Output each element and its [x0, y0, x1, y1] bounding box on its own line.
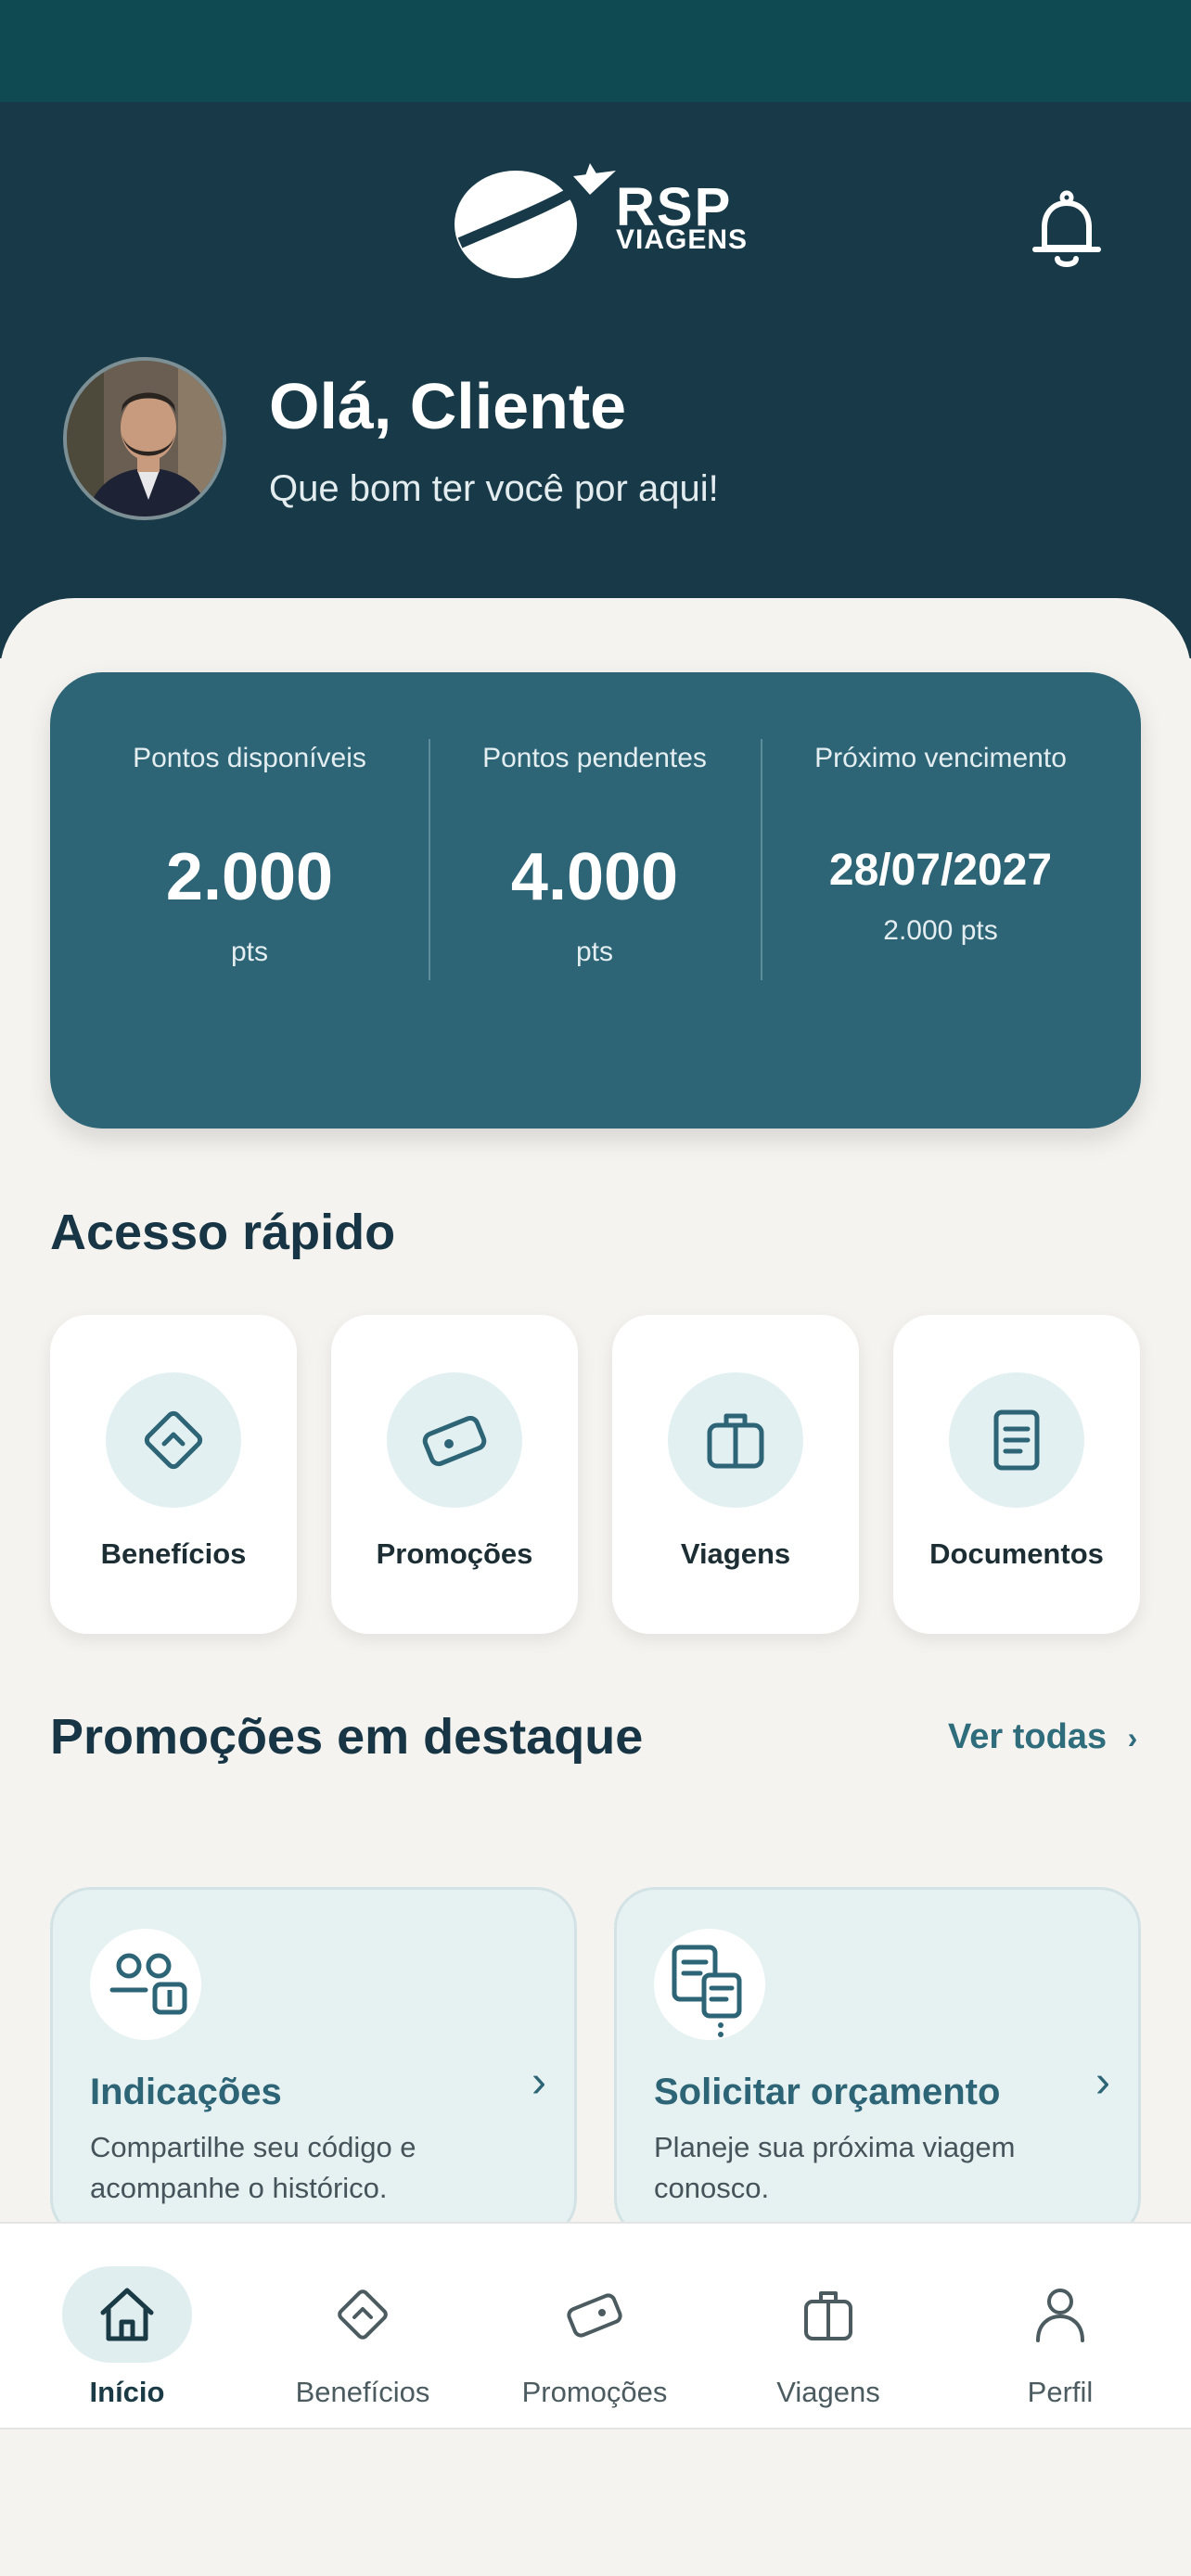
user-icon	[1036, 2289, 1084, 2342]
referral-icon	[109, 1953, 187, 2015]
quick-access-label: Viagens	[680, 1537, 791, 1570]
nav-label: Início	[89, 2376, 165, 2408]
promo-card-request-quote[interactable]: Solicitar orçamento › Planeje sua próxim…	[614, 1887, 1141, 2239]
points-expiry-date: 28/07/2027	[828, 846, 1053, 895]
quick-access-benefits[interactable]: Benefícios	[50, 1315, 297, 1634]
nav-label: Viagens	[776, 2376, 880, 2408]
nav-item-home[interactable]: Início	[11, 2224, 243, 2428]
quick-access-label: Benefícios	[100, 1537, 247, 1570]
points-pending-unit: pts	[575, 937, 614, 967]
nav-icon-wrap	[530, 2266, 660, 2363]
nav-icon-wrap	[62, 2266, 192, 2363]
promo-card-description: Planeje sua próxima viagem conosco.	[654, 2131, 1016, 2204]
points-available: Pontos disponíveis 2.000 pts	[87, 672, 412, 1129]
ticket-icon	[567, 2293, 622, 2338]
quick-access-icon-wrap	[949, 1372, 1084, 1508]
nav-icon-wrap	[298, 2266, 428, 2363]
quick-access-trips[interactable]: Viagens	[612, 1315, 859, 1634]
points-divider	[761, 739, 762, 980]
status-bar	[0, 0, 1191, 102]
nav-label: Promoções	[521, 2376, 668, 2408]
greeting-title: Olá, Cliente	[269, 370, 627, 442]
nav-item-profile[interactable]: Perfil	[944, 2224, 1176, 2428]
quick-access-label: Documentos	[929, 1537, 1104, 1570]
user-photo-avatar-icon	[67, 361, 223, 516]
suitcase-icon	[707, 1413, 764, 1469]
points-pending-label: Pontos pendentes	[482, 743, 707, 773]
suitcase-icon	[804, 2291, 852, 2340]
nav-item-trips[interactable]: Viagens	[712, 2224, 944, 2428]
points-expiry: Próximo vencimento 28/07/2027 2.000 pts	[764, 672, 1117, 1129]
featured-promotions-title: Promoções em destaque	[50, 1709, 644, 1765]
promo-icon-wrap	[90, 1929, 201, 2040]
quick-access-documents[interactable]: Documentos	[893, 1315, 1140, 1634]
chevron-right-icon: ›	[531, 2058, 546, 2107]
nav-icon-wrap	[763, 2266, 893, 2363]
promo-card-title: Indicações	[90, 2072, 282, 2112]
chevron-right-icon: ›	[1127, 1721, 1138, 1754]
quick-access-label: Promoções	[376, 1537, 533, 1570]
brand-subname: VIAGENS	[616, 224, 749, 255]
promo-card-referrals[interactable]: Indicações › Compartilhe seu código e ac…	[50, 1887, 577, 2239]
diamond-icon	[338, 2289, 388, 2340]
bell-icon	[1032, 190, 1101, 267]
quick-access-icon-wrap	[387, 1372, 522, 1508]
points-available-value: 2.000	[165, 840, 334, 914]
see-all-label: Ver todas	[948, 1717, 1108, 1756]
points-pending: Pontos pendentes 4.000 pts	[432, 672, 757, 1129]
quick-access-promotions[interactable]: Promoções	[331, 1315, 578, 1634]
ticket-icon	[422, 1415, 487, 1467]
home-icon	[100, 2288, 154, 2341]
nav-icon-wrap	[995, 2266, 1125, 2363]
diamond-icon	[144, 1410, 203, 1470]
quote-documents-icon	[672, 1945, 742, 2037]
points-available-label: Pontos disponíveis	[133, 743, 366, 773]
brand-logo: RSP VIAGENS	[451, 158, 748, 287]
bottom-navigation: Início Benefícios Promoções Viagens Perf…	[0, 2222, 1191, 2429]
points-summary-card: Pontos disponíveis 2.000 pts Pontos pend…	[50, 672, 1141, 1129]
points-pending-value: 4.000	[510, 840, 679, 914]
points-expiry-amount: 2.000 pts	[883, 915, 998, 946]
nav-item-promotions[interactable]: Promoções	[479, 2224, 711, 2428]
quick-access-icon-wrap	[106, 1372, 241, 1508]
quick-access-title: Acesso rápido	[50, 1205, 396, 1260]
see-all-link[interactable]: Ver todas ›	[948, 1717, 1137, 1757]
nav-label: Benefícios	[295, 2376, 430, 2408]
points-available-unit: pts	[230, 937, 269, 967]
notifications-button[interactable]	[1030, 190, 1104, 274]
avatar[interactable]	[63, 357, 226, 520]
plane-globe-logo-icon	[455, 163, 616, 278]
points-divider	[429, 739, 430, 980]
promo-card-title: Solicitar orçamento	[654, 2072, 1001, 2112]
nav-item-benefits[interactable]: Benefícios	[247, 2224, 479, 2428]
promo-card-description: Compartilhe seu código e acompanhe o his…	[90, 2131, 416, 2204]
greeting-subtitle: Que bom ter você por aqui!	[269, 468, 719, 509]
nav-label: Perfil	[1027, 2376, 1094, 2408]
chevron-right-icon: ›	[1095, 2058, 1110, 2107]
quick-access-icon-wrap	[668, 1372, 803, 1508]
points-expiry-label: Próximo vencimento	[814, 743, 1067, 773]
promo-icon-wrap	[654, 1929, 765, 2040]
document-icon	[993, 1409, 1040, 1471]
